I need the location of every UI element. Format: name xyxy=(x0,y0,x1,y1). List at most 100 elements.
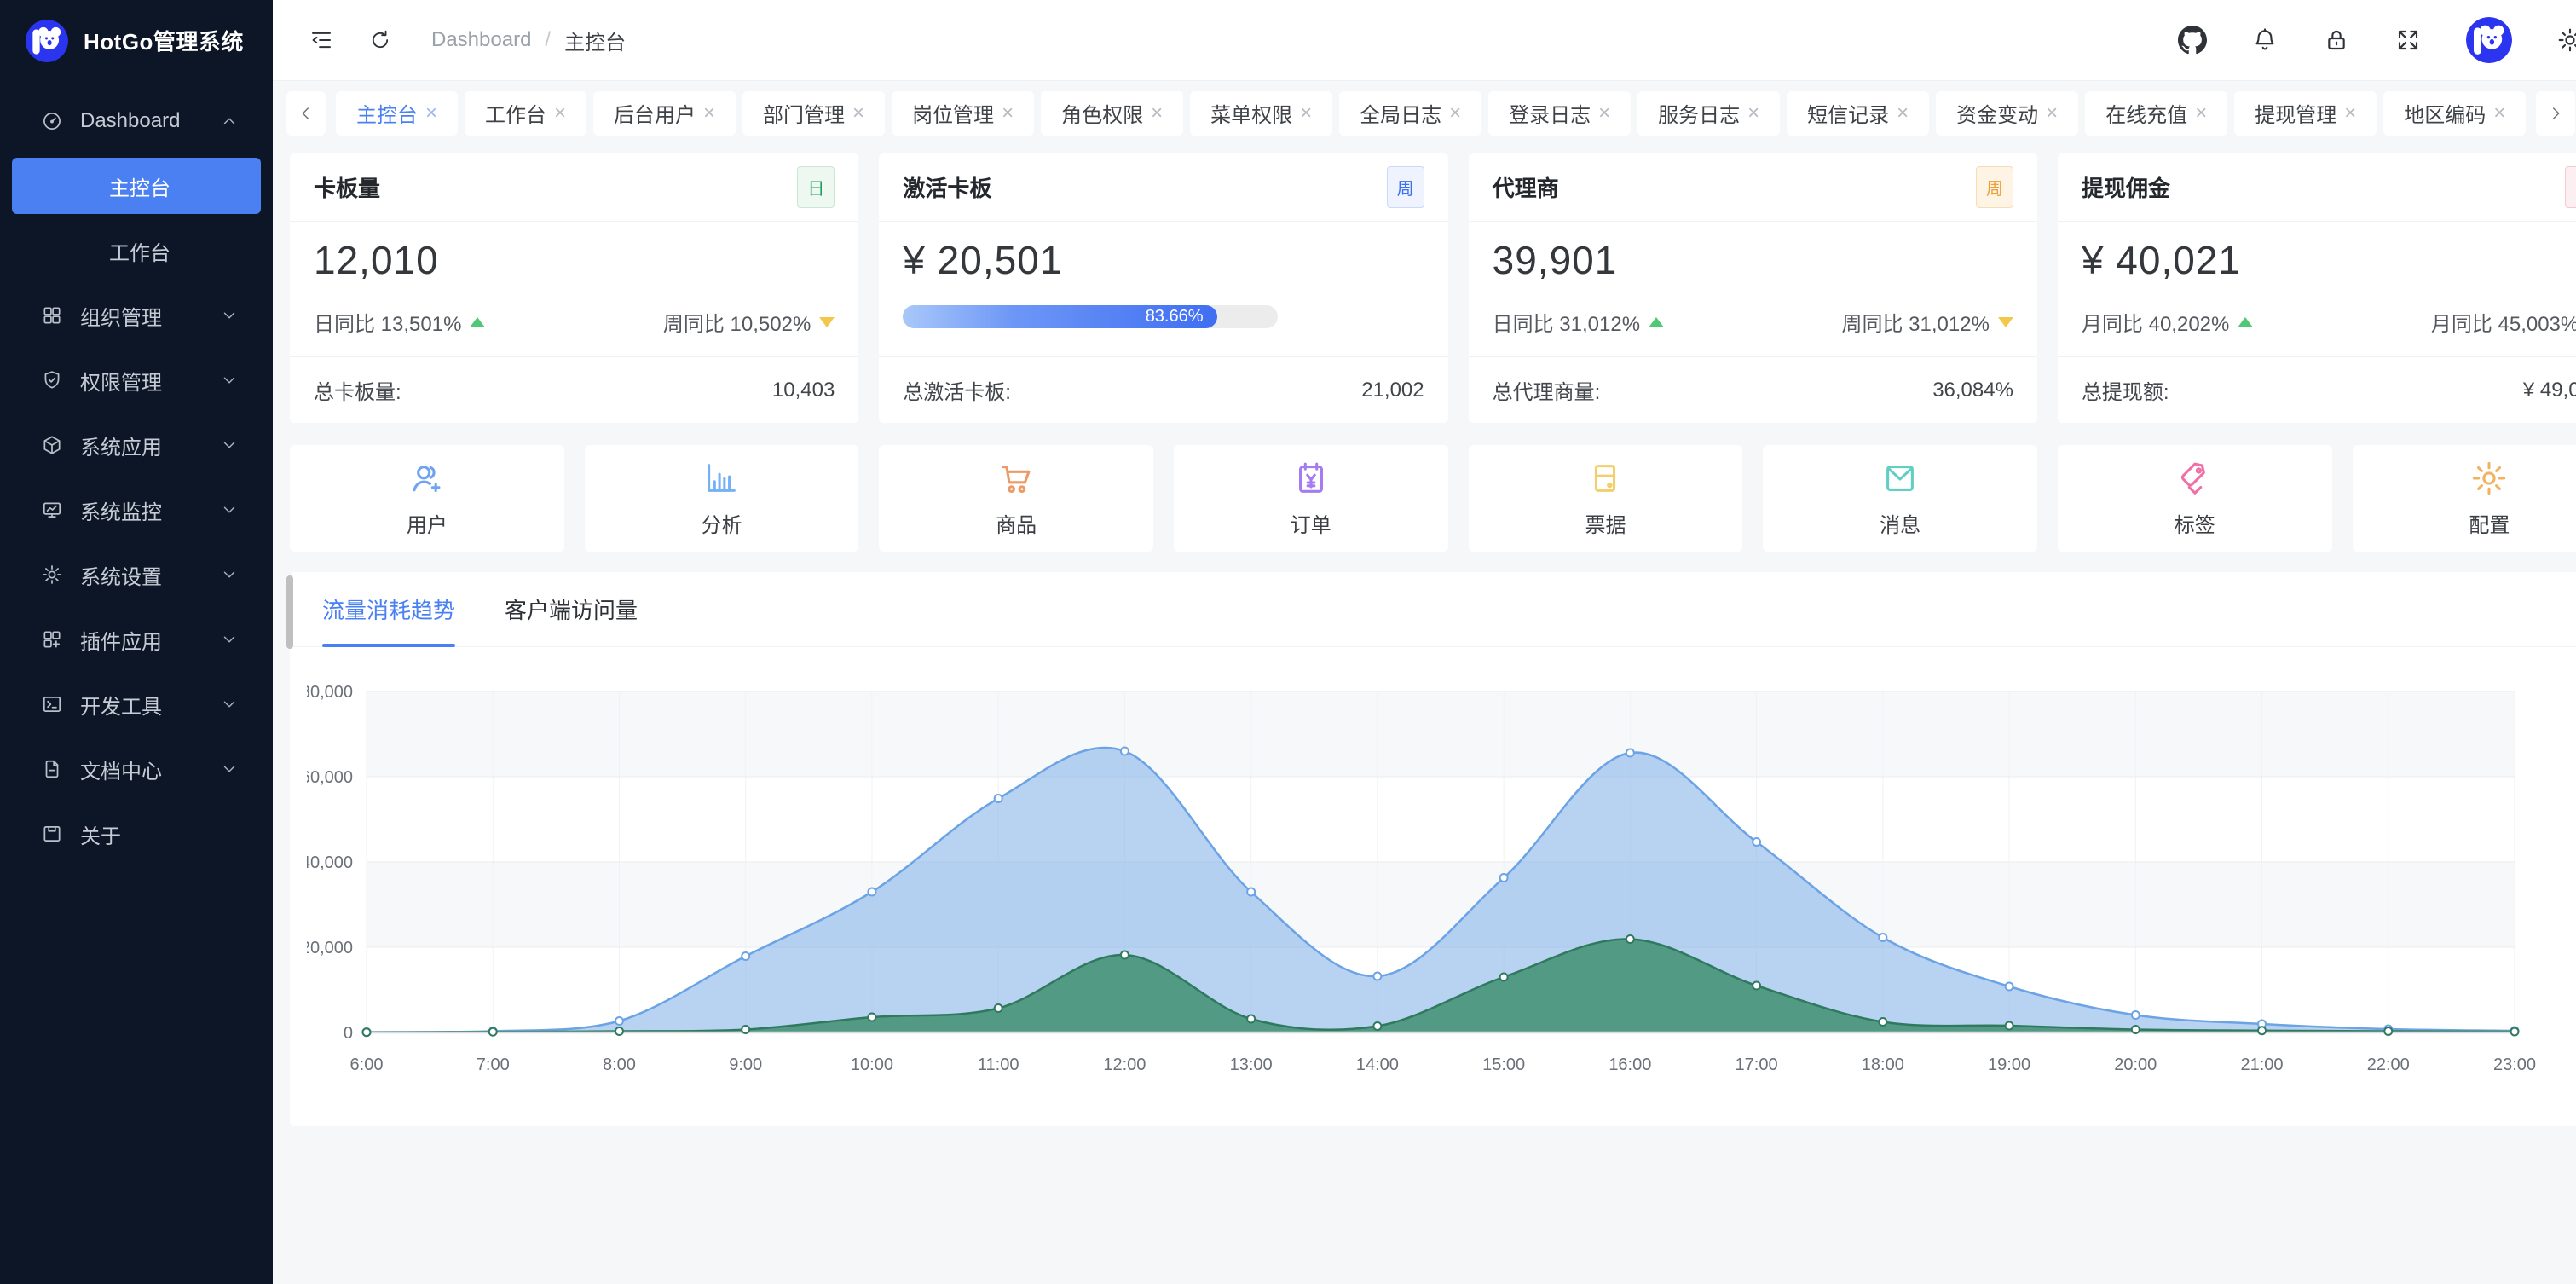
top-header: Dashboard / 主控台 xyxy=(273,0,2576,81)
close-tab-icon[interactable]: × xyxy=(2493,103,2505,124)
sidebar-item-label: 系统监控 xyxy=(80,495,220,525)
tab-岗位管理[interactable]: 岗位管理× xyxy=(892,91,1034,136)
breadcrumb-root[interactable]: Dashboard xyxy=(431,28,531,52)
config-gear-icon xyxy=(2469,459,2509,498)
stat-card-value: 39,901 xyxy=(1493,237,2013,283)
tab-提现管理[interactable]: 提现管理× xyxy=(2234,91,2377,136)
sidebar-item-系统应用[interactable]: 系统应用 xyxy=(12,417,261,473)
tab-在线充值[interactable]: 在线充值× xyxy=(2085,91,2227,136)
github-icon[interactable] xyxy=(2178,26,2207,55)
close-tab-icon[interactable]: × xyxy=(2195,103,2207,124)
settings-gear-icon xyxy=(41,564,63,586)
close-tab-icon[interactable]: × xyxy=(1300,103,1312,124)
svg-text:19:00: 19:00 xyxy=(1988,1056,2030,1074)
chart-tab-客户端访问量[interactable]: 客户端访问量 xyxy=(505,572,638,646)
logo-row[interactable]: HotGo管理系统 xyxy=(0,0,273,81)
app-title: HotGo管理系统 xyxy=(84,25,244,56)
tab-部门管理[interactable]: 部门管理× xyxy=(742,91,885,136)
svg-text:60,000: 60,000 xyxy=(307,768,353,787)
user-avatar[interactable] xyxy=(2466,17,2512,63)
shortcut-标签[interactable]: 标签 xyxy=(2058,445,2332,552)
chart-tab-流量消耗趋势[interactable]: 流量消耗趋势 xyxy=(322,572,455,646)
bell-icon[interactable] xyxy=(2251,26,2279,54)
org-grid-icon xyxy=(41,304,63,327)
chevron-down-icon xyxy=(220,436,239,454)
collapse-menu-icon[interactable] xyxy=(309,27,334,53)
tab-角色权限[interactable]: 角色权限× xyxy=(1041,91,1183,136)
sidebar-item-关于[interactable]: 关于 xyxy=(12,806,261,862)
sidebar-item-label: 权限管理 xyxy=(80,366,220,396)
fullscreen-icon[interactable] xyxy=(2394,26,2422,54)
tab-label: 全局日志 xyxy=(1360,98,1441,128)
shortcut-票据[interactable]: 票据 xyxy=(1469,445,1743,552)
sidebar-item-系统监控[interactable]: 系统监控 xyxy=(12,482,261,538)
close-tab-icon[interactable]: × xyxy=(1151,103,1163,124)
order-yen-icon xyxy=(1291,459,1331,498)
sidebar-item-文档中心[interactable]: 文档中心 xyxy=(12,741,261,797)
svg-text:16:00: 16:00 xyxy=(1609,1056,1651,1074)
svg-text:20:00: 20:00 xyxy=(2114,1056,2157,1074)
shortcut-用户[interactable]: 用户 xyxy=(290,445,564,552)
svg-text:80,000: 80,000 xyxy=(307,683,353,702)
stat-card-卡板量: 卡板量日12,010日同比 13,501%周同比 10,502%总卡板量:10,… xyxy=(290,153,858,423)
close-tab-icon[interactable]: × xyxy=(1747,103,1759,124)
sidebar-item-插件应用[interactable]: 插件应用 xyxy=(12,611,261,668)
svg-text:7:00: 7:00 xyxy=(477,1056,510,1074)
close-tab-icon[interactable]: × xyxy=(1598,103,1610,124)
shortcut-分析[interactable]: 分析 xyxy=(585,445,859,552)
sidebar-item-权限管理[interactable]: 权限管理 xyxy=(12,352,261,408)
refresh-icon[interactable] xyxy=(368,28,392,52)
document-icon xyxy=(41,758,63,780)
sidebar-subitem-主控台[interactable]: 主控台 xyxy=(12,158,261,214)
close-tab-icon[interactable]: × xyxy=(2046,103,2058,124)
tab-资金变动[interactable]: 资金变动× xyxy=(1936,91,2078,136)
sidebar: HotGo管理系统 Dashboard 主控台工作台组织管理权限管理系统应用系统监… xyxy=(0,0,273,1284)
chart-area: 020,00040,00060,00080,0006:007:008:009:0… xyxy=(307,657,2576,1105)
tab-label: 服务日志 xyxy=(1658,98,1740,128)
settings-gear-icon[interactable] xyxy=(2556,26,2576,54)
shortcut-订单[interactable]: 订单 xyxy=(1174,445,1448,552)
stat-card-title: 激活卡板 xyxy=(903,171,991,203)
close-tab-icon[interactable]: × xyxy=(852,103,864,124)
close-tab-icon[interactable]: × xyxy=(1449,103,1461,124)
tab-全局日志[interactable]: 全局日志 × xyxy=(1339,91,1481,136)
close-tab-icon[interactable]: × xyxy=(1002,103,1014,124)
sidebar-item-开发工具[interactable]: 开发工具 xyxy=(12,676,261,732)
lock-icon[interactable] xyxy=(2323,26,2350,54)
shortcut-配置[interactable]: 配置 xyxy=(2353,445,2576,552)
close-tab-icon[interactable]: × xyxy=(2344,103,2356,124)
tabs-next-button[interactable] xyxy=(2536,91,2575,136)
rate-text: 日同比 13,501% xyxy=(314,307,461,337)
tab-短信记录[interactable]: 短信记录× xyxy=(1787,91,1929,136)
close-tab-icon[interactable]: × xyxy=(703,103,715,124)
tab-登录日志[interactable]: 登录日志× xyxy=(1488,91,1631,136)
activation-progress-bar: 83.66% xyxy=(903,305,1278,328)
sidebar-subitem-工作台[interactable]: 工作台 xyxy=(12,223,261,279)
tag-icon xyxy=(2175,459,2215,498)
shortcut-商品[interactable]: 商品 xyxy=(879,445,1153,552)
svg-text:21:00: 21:00 xyxy=(2240,1056,2283,1074)
rate-up: 日同比 13,501% xyxy=(314,307,485,337)
rate-text: 月同比 40,202% xyxy=(2082,307,2229,337)
shortcut-消息[interactable]: 消息 xyxy=(1763,445,2037,552)
sidebar-item-系统设置[interactable]: 系统设置 xyxy=(12,547,261,603)
close-tab-icon[interactable]: × xyxy=(554,103,566,124)
period-badge: 日 xyxy=(797,166,835,208)
tab-后台用户[interactable]: 后台用户× xyxy=(593,91,736,136)
svg-text:12:00: 12:00 xyxy=(1103,1056,1146,1074)
content-scrollbar-thumb[interactable] xyxy=(286,575,293,649)
tab-菜单权限[interactable]: 菜单权限× xyxy=(1190,91,1332,136)
tab-服务日志[interactable]: 服务日志 × xyxy=(1637,91,1780,136)
tabs-prev-button[interactable] xyxy=(286,91,326,136)
close-tab-icon[interactable]: × xyxy=(1897,103,1909,124)
sidebar-item-Dashboard[interactable]: Dashboard xyxy=(12,93,261,149)
tab-工作台[interactable]: 工作台× xyxy=(465,91,586,136)
tab-地区编码[interactable]: 地区编码× xyxy=(2383,91,2526,136)
sidebar-item-label: 插件应用 xyxy=(80,625,220,655)
sidebar-item-组织管理[interactable]: 组织管理 xyxy=(12,287,261,344)
close-tab-icon[interactable]: × xyxy=(425,103,437,124)
stat-card-title: 提现佣金 xyxy=(2082,171,2170,203)
tab-主控台[interactable]: 主控台× xyxy=(336,91,458,136)
sidebar-item-label: 系统应用 xyxy=(80,431,220,460)
shortcut-label: 票据 xyxy=(1585,508,1626,538)
